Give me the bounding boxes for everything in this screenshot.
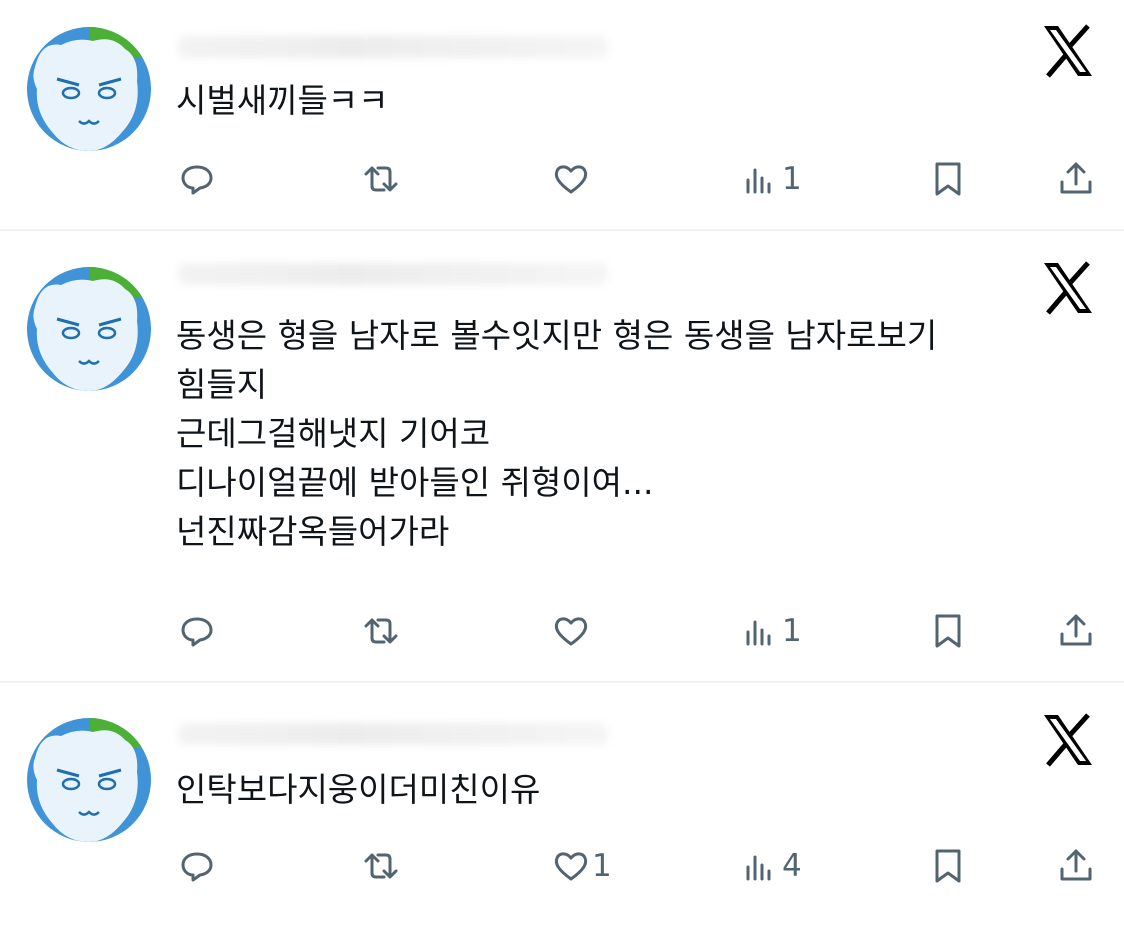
views-button[interactable]: 4 — [742, 841, 802, 891]
like-button[interactable] — [552, 154, 592, 204]
retweet-button[interactable] — [362, 606, 402, 656]
tweet-text: 시벌새끼들ㅋㅋ — [176, 76, 1096, 125]
retweet-button[interactable] — [362, 841, 402, 891]
view-count: 4 — [782, 848, 802, 884]
tweet: 시벌새끼들ㅋㅋ 1 — [0, 0, 1124, 230]
avatar[interactable] — [27, 267, 151, 391]
heart-icon — [554, 617, 588, 646]
bookmark-button[interactable] — [929, 841, 967, 891]
avatar[interactable] — [27, 718, 151, 842]
tweet-text: 인탁보다지웅이더미친이유 — [176, 765, 1096, 814]
retweet-icon — [364, 166, 398, 192]
share-button[interactable] — [1057, 606, 1095, 656]
blurred-username — [178, 36, 608, 58]
tweet-text: 동생은 형을 남자로 볼수잇지만 형은 동생을 남자로보기 힘들지 근데그걸해냇… — [176, 311, 1096, 556]
tweet-actions: 1 — [0, 154, 1124, 204]
tweet-text-line: 동생은 형을 남자로 볼수잇지만 형은 동생을 남자로보기 — [176, 316, 938, 355]
bookmark-icon — [935, 849, 961, 883]
reply-icon — [181, 165, 213, 195]
reply-icon — [181, 852, 213, 882]
heart-icon — [554, 165, 588, 194]
bookmark-icon — [935, 614, 961, 648]
tweet-text-line: 힘들지 — [176, 365, 268, 404]
tweet-text-line: 디나이얼끝에 받아들인 쥐형이여... — [176, 463, 654, 502]
reply-icon — [181, 617, 213, 647]
share-icon — [1060, 849, 1092, 881]
tweet-text-line: 시벌새끼들ㅋㅋ — [176, 81, 389, 120]
views-button[interactable]: 1 — [742, 154, 802, 204]
blurred-username — [178, 723, 608, 745]
reply-button[interactable] — [178, 841, 218, 891]
reply-button[interactable] — [178, 154, 218, 204]
avatar[interactable] — [27, 27, 151, 151]
avatar-cartoon-face-icon — [27, 267, 151, 391]
tweet-text-line: 근데그걸해냇지 기어코 — [176, 414, 491, 453]
x-logo-icon[interactable] — [1040, 261, 1096, 315]
tweet-text-line: 인탁보다지웅이더미친이유 — [176, 770, 541, 809]
view-count: 1 — [782, 613, 802, 649]
share-icon — [1060, 614, 1092, 646]
share-icon — [1060, 162, 1092, 194]
retweet-icon — [364, 853, 398, 879]
like-button[interactable] — [552, 606, 592, 656]
x-logo-icon[interactable] — [1040, 713, 1096, 767]
views-button[interactable]: 1 — [742, 606, 802, 656]
bookmark-button[interactable] — [929, 154, 967, 204]
avatar-cartoon-face-icon — [27, 718, 151, 842]
share-button[interactable] — [1057, 841, 1095, 891]
like-button[interactable]: 1 — [552, 841, 612, 891]
share-button[interactable] — [1057, 154, 1095, 204]
tweet: 인탁보다지웅이더미친이유 1 4 — [0, 683, 1124, 925]
bookmark-button[interactable] — [929, 606, 967, 656]
view-count: 1 — [782, 161, 802, 197]
views-icon — [746, 855, 771, 881]
x-logo-icon[interactable] — [1040, 24, 1096, 78]
retweet-icon — [364, 618, 398, 644]
tweet-text-line: 넌진짜감옥들어가라 — [176, 512, 450, 551]
retweet-button[interactable] — [362, 154, 402, 204]
bookmark-icon — [935, 162, 961, 196]
avatar-cartoon-face-icon — [27, 27, 151, 151]
reply-button[interactable] — [178, 606, 218, 656]
views-icon — [746, 168, 771, 194]
blurred-username — [178, 263, 608, 285]
tweet-actions: 1 4 — [0, 841, 1124, 891]
tweet: 동생은 형을 남자로 볼수잇지만 형은 동생을 남자로보기 힘들지 근데그걸해냇… — [0, 231, 1124, 681]
like-count: 1 — [592, 848, 612, 884]
views-icon — [746, 620, 771, 646]
tweet-actions: 1 — [0, 606, 1124, 656]
heart-icon — [554, 852, 588, 881]
